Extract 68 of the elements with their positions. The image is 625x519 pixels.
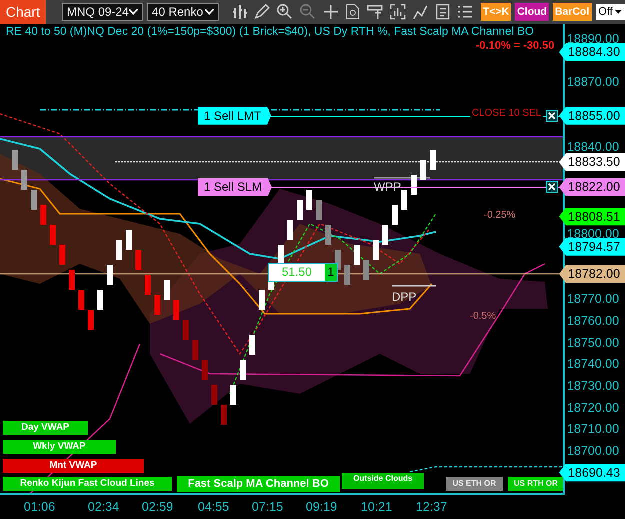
price-marker: 18884.30 xyxy=(559,43,625,62)
toggle-button[interactable]: Cloud xyxy=(515,3,550,21)
price-tick: 18840.00 xyxy=(566,140,620,154)
price-tick: 18730.00 xyxy=(566,378,620,393)
order-note: CLOSE 10 SEL xyxy=(470,108,544,119)
panel-icon[interactable] xyxy=(367,4,384,20)
time-tick: 04:55 xyxy=(198,500,230,514)
order-label[interactable]: 1 Sell SLM xyxy=(198,178,272,196)
price-tick: 18760.00 xyxy=(566,314,620,328)
pencil-icon[interactable] xyxy=(254,4,270,20)
indicator-label[interactable]: US RTH OR xyxy=(508,477,564,491)
pivot-label: -0.5% xyxy=(470,311,496,322)
position-pnl: 51.50 xyxy=(269,264,325,281)
time-tick: 02:34 xyxy=(88,500,120,514)
indicator-label[interactable]: Day VWAP xyxy=(3,421,88,435)
price-tick: 18770.00 xyxy=(566,292,620,306)
list-icon[interactable] xyxy=(457,4,474,20)
zoom-out-icon[interactable] xyxy=(300,4,316,20)
indicator-label[interactable]: Wkly VWAP xyxy=(3,440,116,454)
price-tick: 18700.00 xyxy=(566,444,620,458)
pivot-label: DPP xyxy=(392,290,417,304)
chart-title-tab[interactable]: Chart xyxy=(0,0,46,24)
order-label[interactable]: 1 Sell LMT xyxy=(198,106,272,125)
bar-type-dropdown[interactable]: 40 Renko xyxy=(147,3,220,21)
price-marker: 18833.50 xyxy=(559,153,625,172)
close-icon[interactable] xyxy=(546,181,558,194)
caret-icon xyxy=(615,10,622,14)
document-search-icon[interactable] xyxy=(346,4,360,20)
toggle-button[interactable]: T<>K xyxy=(481,3,512,21)
time-tick: 10:21 xyxy=(361,500,392,514)
position-quantity: 1 xyxy=(325,264,337,281)
time-tick: 07:15 xyxy=(252,500,284,514)
line-chart-icon[interactable] xyxy=(413,4,430,20)
price-marker: 18782.00 xyxy=(559,265,625,284)
indicator-label[interactable]: Outside Clouds xyxy=(342,473,424,489)
price-marker: 18808.51 xyxy=(559,208,625,226)
price-tick: 18740.00 xyxy=(566,357,620,372)
price-marker: 18822.00 xyxy=(559,178,625,196)
indicator-label[interactable]: Fast Scalp MA Channel BO xyxy=(177,476,340,492)
time-tick: 01:06 xyxy=(24,500,56,514)
price-tick: 18870.00 xyxy=(566,75,620,90)
indicator-label[interactable]: US ETH OR xyxy=(446,477,503,491)
time-tick: 12:37 xyxy=(416,500,448,514)
zoom-in-icon[interactable] xyxy=(277,4,294,20)
pivot-label: -0.25% xyxy=(484,210,516,221)
frame-chart-icon[interactable] xyxy=(390,4,406,20)
price-tick: 18890.00 xyxy=(566,32,620,46)
toggle-button[interactable]: BarCol xyxy=(553,3,592,21)
mode-dropdown[interactable]: Off xyxy=(596,4,625,20)
caret-icon xyxy=(129,9,138,15)
crosshair-icon[interactable] xyxy=(323,4,340,20)
indicator-label[interactable]: Renko Kijun Fast Cloud Lines xyxy=(3,477,172,491)
price-tick: 18710.00 xyxy=(566,422,620,436)
close-icon[interactable] xyxy=(546,110,558,122)
price-tick: 18750.00 xyxy=(566,336,620,350)
chart-description: RE 40 to 50 (M)NQ Dec 20 (1%=150p=$300) (1 Brick=$40), US Dy RTH %, Fast Scalp MA Channel BO xyxy=(6,26,534,38)
instrument-dropdown[interactable]: MNQ 09-24 xyxy=(62,3,144,21)
time-tick: 02:59 xyxy=(142,500,174,514)
properties-icon[interactable] xyxy=(436,4,450,20)
price-tick: 18720.00 xyxy=(566,400,620,415)
caret-icon xyxy=(205,9,214,15)
indicator-label[interactable]: Mnt VWAP xyxy=(3,459,144,473)
time-tick: 09:19 xyxy=(306,500,338,514)
price-marker: 18855.00 xyxy=(559,106,625,125)
price-marker: 18794.57 xyxy=(559,238,625,256)
bar-chart-icon[interactable] xyxy=(233,4,248,20)
profit-loss-text: -0.10% = -30.50 xyxy=(476,40,555,52)
price-marker: 18690.43 xyxy=(559,464,625,482)
